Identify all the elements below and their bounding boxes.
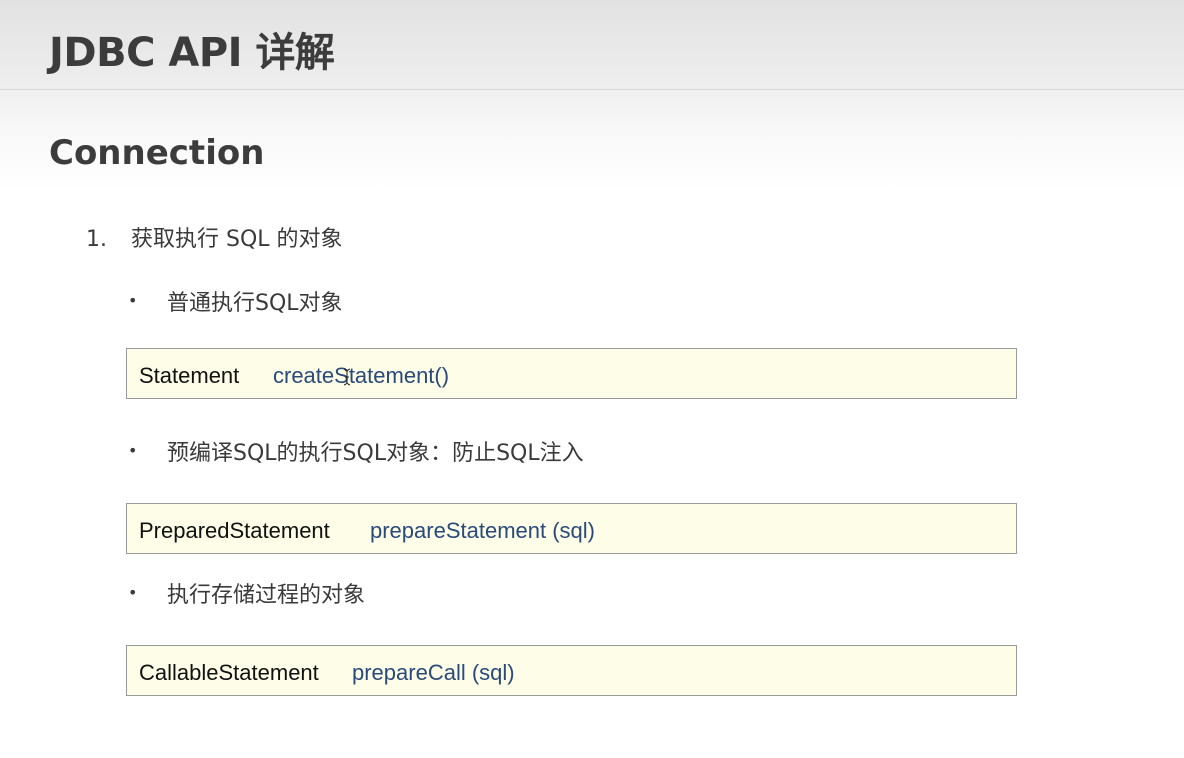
section-heading: Connection <box>49 133 265 173</box>
slide-title: JDBC API 详解 <box>49 30 335 76</box>
code-box: PreparedStatement prepareStatement (sql) <box>126 503 1017 554</box>
bullet-text: 普通执行SQL对象 <box>167 291 343 316</box>
bullet-marker: • <box>128 441 138 460</box>
bullet-marker: • <box>128 291 138 310</box>
bullet-item: • 预编译SQL的执行SQL对象：防止SQL注入 <box>128 439 584 469</box>
code-box: CallableStatement prepareCall (sql) <box>126 645 1017 696</box>
code-method: prepareCall (sql) <box>352 660 515 685</box>
code-box: Statement createStatement() <box>126 348 1017 399</box>
text-cursor-icon <box>343 368 351 386</box>
bullet-text: 执行存储过程的对象 <box>167 583 366 608</box>
item-text: 获取执行 SQL 的对象 <box>131 227 343 252</box>
code-method: prepareStatement (sql) <box>370 518 595 543</box>
slide: JDBC API 详解 Connection 1. 获取执行 SQL 的对象 • 普… <box>0 0 1184 758</box>
item-number: 1. <box>86 227 107 252</box>
title-bar: JDBC API 详解 <box>0 0 1184 90</box>
numbered-item: 1. 获取执行 SQL 的对象 <box>86 225 343 255</box>
code-class-name: CallableStatement <box>139 660 319 685</box>
bullet-marker: • <box>128 583 138 602</box>
bullet-item: • 执行存储过程的对象 <box>128 581 365 611</box>
code-method: createStatement() <box>273 363 450 388</box>
code-class-name: Statement <box>139 363 240 388</box>
code-class-name: PreparedStatement <box>139 518 330 543</box>
bullet-text: 预编译SQL的执行SQL对象：防止SQL注入 <box>167 441 584 466</box>
bullet-item: • 普通执行SQL对象 <box>128 289 343 319</box>
